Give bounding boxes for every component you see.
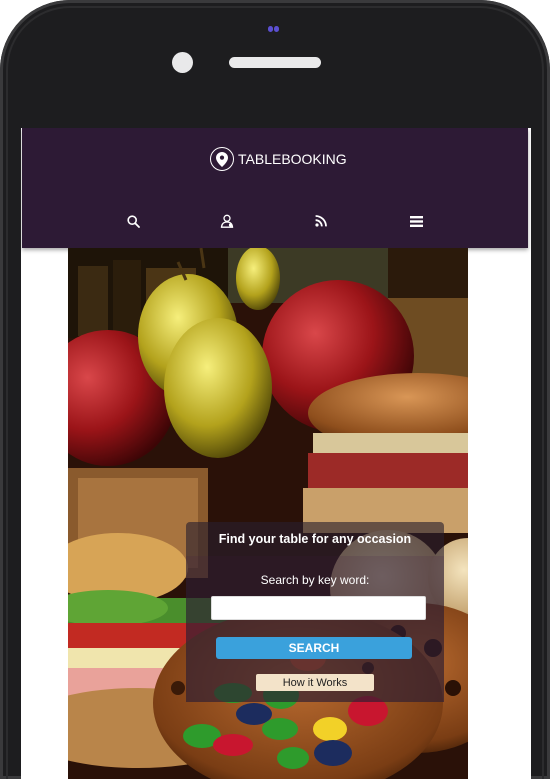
menu-icon[interactable] bbox=[405, 210, 427, 232]
top-navbar: TABLEBOOKING bbox=[22, 128, 528, 248]
front-camera bbox=[172, 52, 193, 73]
how-it-works-button[interactable]: How it Works bbox=[256, 674, 374, 691]
keyword-label: Search by key word: bbox=[260, 573, 370, 587]
brand-name: TABLEBOOKING bbox=[238, 151, 347, 167]
brand[interactable]: TABLEBOOKING bbox=[210, 146, 347, 172]
user-icon[interactable] bbox=[216, 210, 238, 232]
rss-icon[interactable] bbox=[310, 210, 332, 232]
search-form: Search by key word: SEARCH How it Works bbox=[186, 556, 444, 702]
nav-icon-bar bbox=[22, 210, 528, 232]
keyword-input[interactable] bbox=[211, 596, 426, 620]
search-heading: Find your table for any occasion bbox=[186, 522, 444, 556]
hero-food-image: Find your table for any occasion Search … bbox=[68, 248, 468, 779]
search-panel: Find your table for any occasion Search … bbox=[186, 522, 444, 702]
search-button[interactable]: SEARCH bbox=[216, 637, 412, 659]
proximity-sensor bbox=[268, 19, 282, 32]
earpiece-speaker bbox=[229, 57, 321, 68]
app-screen: TABLEBOOKING Find your table for any occ… bbox=[21, 128, 531, 779]
search-icon[interactable] bbox=[122, 210, 144, 232]
phone-frame: TABLEBOOKING Find your table for any occ… bbox=[0, 0, 550, 779]
location-pin-icon bbox=[210, 147, 234, 171]
